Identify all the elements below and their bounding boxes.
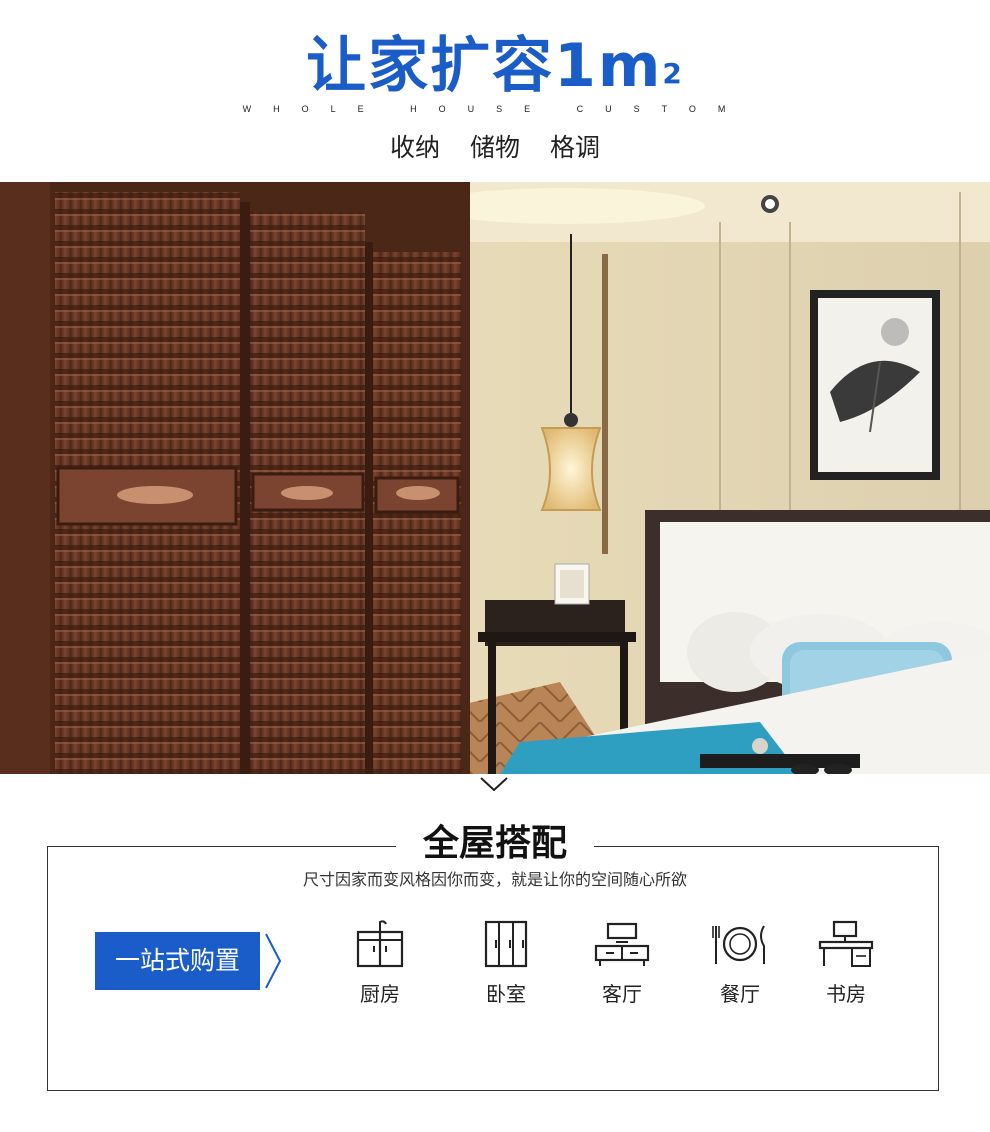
hero-title-text: 让家扩容1m [306, 31, 663, 101]
chevron-right-icon [265, 933, 282, 989]
category-label: 厨房 [360, 982, 400, 1006]
category-label: 客厅 [602, 982, 642, 1006]
hero-tags: 收纳 储物 格调 [0, 128, 990, 164]
section-title: 全屋搭配 [396, 820, 594, 868]
chevron-down-icon[interactable] [479, 774, 509, 794]
tv-stand-icon [594, 922, 650, 966]
category-label: 餐厅 [720, 982, 760, 1006]
desk-computer-icon [818, 920, 874, 967]
hero-title: 让家扩容1m2 [0, 30, 990, 102]
bedroom-photo [0, 182, 990, 774]
category-study[interactable]: 书房 [806, 918, 886, 1007]
tag-style: 格调 [550, 133, 601, 162]
category-label: 卧室 [486, 982, 526, 1006]
category-bedroom[interactable]: 卧室 [466, 918, 546, 1007]
hero-title-superscript: 2 [662, 57, 684, 90]
plate-cutlery-icon [712, 925, 765, 964]
section-description: 尺寸因家而变风格因你而变，就是让你的空间随心所欲 [302, 870, 687, 889]
category-living-room[interactable]: 客厅 [582, 918, 662, 1007]
category-label: 书房 [826, 982, 866, 1006]
kitchen-cabinet-icon [356, 920, 404, 968]
tag-keeping: 储物 [469, 133, 520, 162]
category-kitchen[interactable]: 厨房 [340, 918, 420, 1007]
hero-subtitle: WHOLE HOUSE CUSTOM [242, 104, 748, 114]
category-dining-room[interactable]: 餐厅 [700, 918, 780, 1007]
tag-storage: 收纳 [389, 133, 440, 162]
one-stop-purchase-button[interactable]: 一站式购置 [95, 932, 260, 990]
wardrobe-icon [484, 920, 528, 968]
